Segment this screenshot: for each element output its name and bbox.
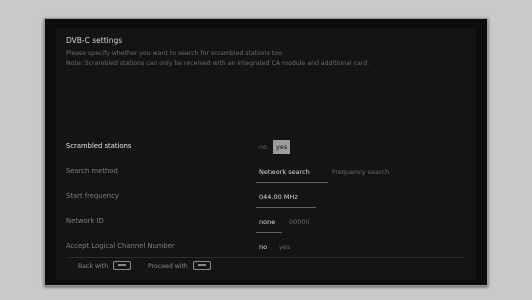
start-frequency-label: Start frequency [66, 192, 119, 200]
search-method-label: Search method [66, 167, 118, 175]
start-frequency-unit: MHz [283, 193, 298, 201]
description-line-1: Please specify whether you want to searc… [66, 50, 284, 57]
proceed-button-icon[interactable] [192, 261, 211, 270]
search-method-network[interactable]: Network search [256, 165, 313, 179]
lcn-label: Accept Logical Channel Number [66, 242, 175, 250]
back-button-icon[interactable] [113, 261, 132, 270]
search-method-underline [256, 182, 328, 183]
start-frequency-underline [256, 207, 316, 208]
network-id-label: Network ID [66, 217, 104, 225]
lcn-option-yes[interactable]: yes [276, 240, 293, 254]
network-id-none[interactable]: none [256, 215, 278, 229]
description-line-2: Note: Scrambled stations can only be rec… [66, 60, 370, 67]
tv-screen-frame: DVB-C settings Please specify whether yo… [44, 18, 488, 286]
scrambled-option-yes[interactable]: yes [273, 140, 291, 154]
scrambled-stations-label: Scrambled stations [66, 142, 132, 150]
network-id-underline [256, 232, 282, 233]
row-start-frequency[interactable]: Start frequency 044.00 MHz [66, 190, 476, 208]
dialog-title: DVB-C settings [66, 36, 123, 45]
network-id-field[interactable]: 00000 [286, 215, 313, 229]
row-search-method[interactable]: Search method Network search Frequency s… [66, 165, 476, 183]
row-lcn[interactable]: Accept Logical Channel Number no yes [66, 240, 476, 258]
back-label: Back with [78, 262, 109, 270]
dialog-description: Please specify whether you want to searc… [66, 49, 486, 69]
start-frequency-value[interactable]: 044.00 MHz [256, 190, 301, 204]
row-network-id[interactable]: Network ID none 00000 [66, 215, 476, 233]
scrambled-option-no[interactable]: no [256, 140, 270, 154]
footer-bar: Back with Proceed with [68, 257, 464, 274]
row-scrambled-stations[interactable]: Scrambled stations no yes [66, 140, 476, 156]
dvb-c-settings-dialog: DVB-C settings Please specify whether yo… [56, 28, 476, 280]
back-hint: Back with [78, 261, 132, 270]
lcn-option-no[interactable]: no [256, 240, 270, 254]
start-frequency-number: 044.00 [259, 193, 282, 201]
search-method-frequency[interactable]: Frequency search [329, 165, 392, 179]
proceed-hint: Proceed with [148, 261, 211, 270]
proceed-label: Proceed with [148, 262, 188, 270]
